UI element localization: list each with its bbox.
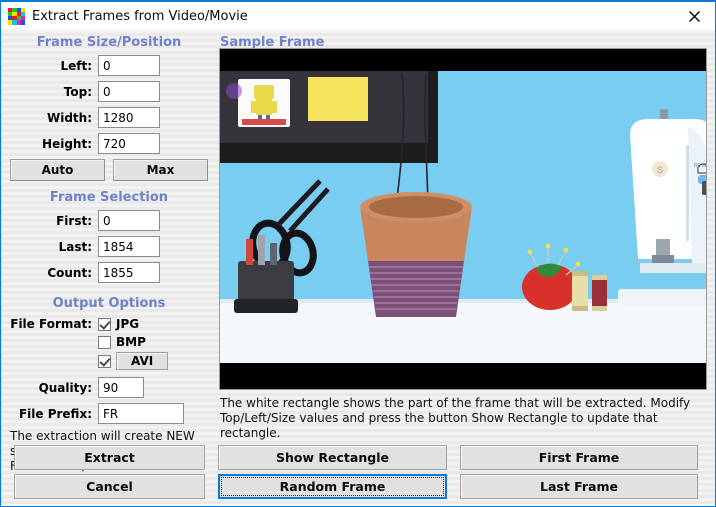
frame-size-heading: Frame Size/Position (36, 35, 182, 50)
label-top: Top: (63, 84, 92, 99)
last-input[interactable] (98, 236, 160, 257)
action-button-bar: Extract Cancel Show Rectangle Random Fra… (2, 438, 715, 505)
label-count: Count: (47, 265, 92, 280)
format-row-bmp: BMP (2, 333, 216, 351)
extract-button[interactable]: Extract (14, 445, 205, 470)
top-input[interactable] (98, 81, 160, 102)
field-row-first: First: (2, 210, 216, 231)
random-frame-label: Random Frame (279, 479, 386, 494)
label-bmp: BMP (116, 335, 146, 349)
dialog-body: Frame Size/Position Left: Top: Width: He… (1, 30, 715, 505)
label-left: Left: (60, 58, 92, 73)
window-title: Extract Frames from Video/Movie (32, 8, 248, 24)
label-quality: Quality: (38, 380, 92, 395)
height-input[interactable] (98, 133, 160, 154)
first-frame-button[interactable]: First Frame (460, 445, 698, 470)
preview-panel: Sample Frame S REV The white rectangle s… (216, 30, 715, 440)
field-row-width: Width: (2, 107, 216, 128)
checkbox-jpg[interactable] (98, 317, 111, 331)
max-button[interactable]: Max (113, 159, 208, 181)
frame-scene: S REVERSE (220, 49, 706, 389)
count-input[interactable] (98, 262, 160, 283)
file-prefix-input[interactable] (98, 403, 184, 424)
dialog-window: Extract Frames from Video/Movie Frame Si… (0, 0, 716, 507)
field-row-top: Top: (2, 81, 216, 102)
auto-max-row: Auto Max (2, 159, 216, 181)
label-first: First: (56, 213, 92, 228)
field-row-height: Height: (2, 133, 216, 154)
field-row-prefix: File Prefix: (2, 403, 216, 424)
field-row-quality: Quality: (2, 377, 216, 398)
first-input[interactable] (98, 210, 160, 231)
frame-selection-heading: Frame Selection (49, 190, 169, 205)
format-row-jpg: File Format: JPG (2, 315, 216, 333)
app-icon (8, 7, 25, 25)
left-input[interactable] (98, 55, 160, 76)
field-row-left: Left: (2, 55, 216, 76)
last-frame-button[interactable]: Last Frame (460, 474, 698, 499)
checkbox-avi[interactable] (98, 354, 111, 368)
cancel-button[interactable]: Cancel (14, 474, 205, 499)
format-row-avi: AVI (2, 351, 216, 371)
sample-frame-description: The white rectangle shows the part of th… (220, 396, 691, 440)
quality-input[interactable] (98, 377, 144, 398)
file-format-label: File Format: (10, 317, 92, 331)
sample-frame-heading: Sample Frame (220, 35, 325, 50)
field-row-count: Count: (2, 262, 216, 283)
checkbox-bmp[interactable] (98, 335, 111, 349)
random-frame-button[interactable]: Random Frame (218, 474, 447, 499)
label-avi[interactable]: AVI (116, 352, 169, 370)
title-bar: Extract Frames from Video/Movie (1, 0, 715, 30)
auto-button[interactable]: Auto (10, 159, 105, 181)
label-jpg: JPG (116, 317, 140, 331)
output-options-heading: Output Options (52, 296, 166, 311)
sample-frame-image[interactable]: S REVERSE (219, 48, 707, 390)
label-width: Width: (46, 110, 92, 125)
scene-illustration: S REVERSE (220, 49, 706, 389)
close-icon[interactable] (672, 2, 715, 30)
field-row-last: Last: (2, 236, 216, 257)
label-height: Height: (42, 136, 92, 151)
width-input[interactable] (98, 107, 160, 128)
settings-panel: Frame Size/Position Left: Top: Width: He… (2, 30, 216, 473)
label-last: Last: (58, 239, 92, 254)
show-rectangle-button[interactable]: Show Rectangle (218, 445, 447, 470)
svg-text:S: S (657, 165, 663, 175)
label-file-prefix: File Prefix: (18, 406, 92, 421)
